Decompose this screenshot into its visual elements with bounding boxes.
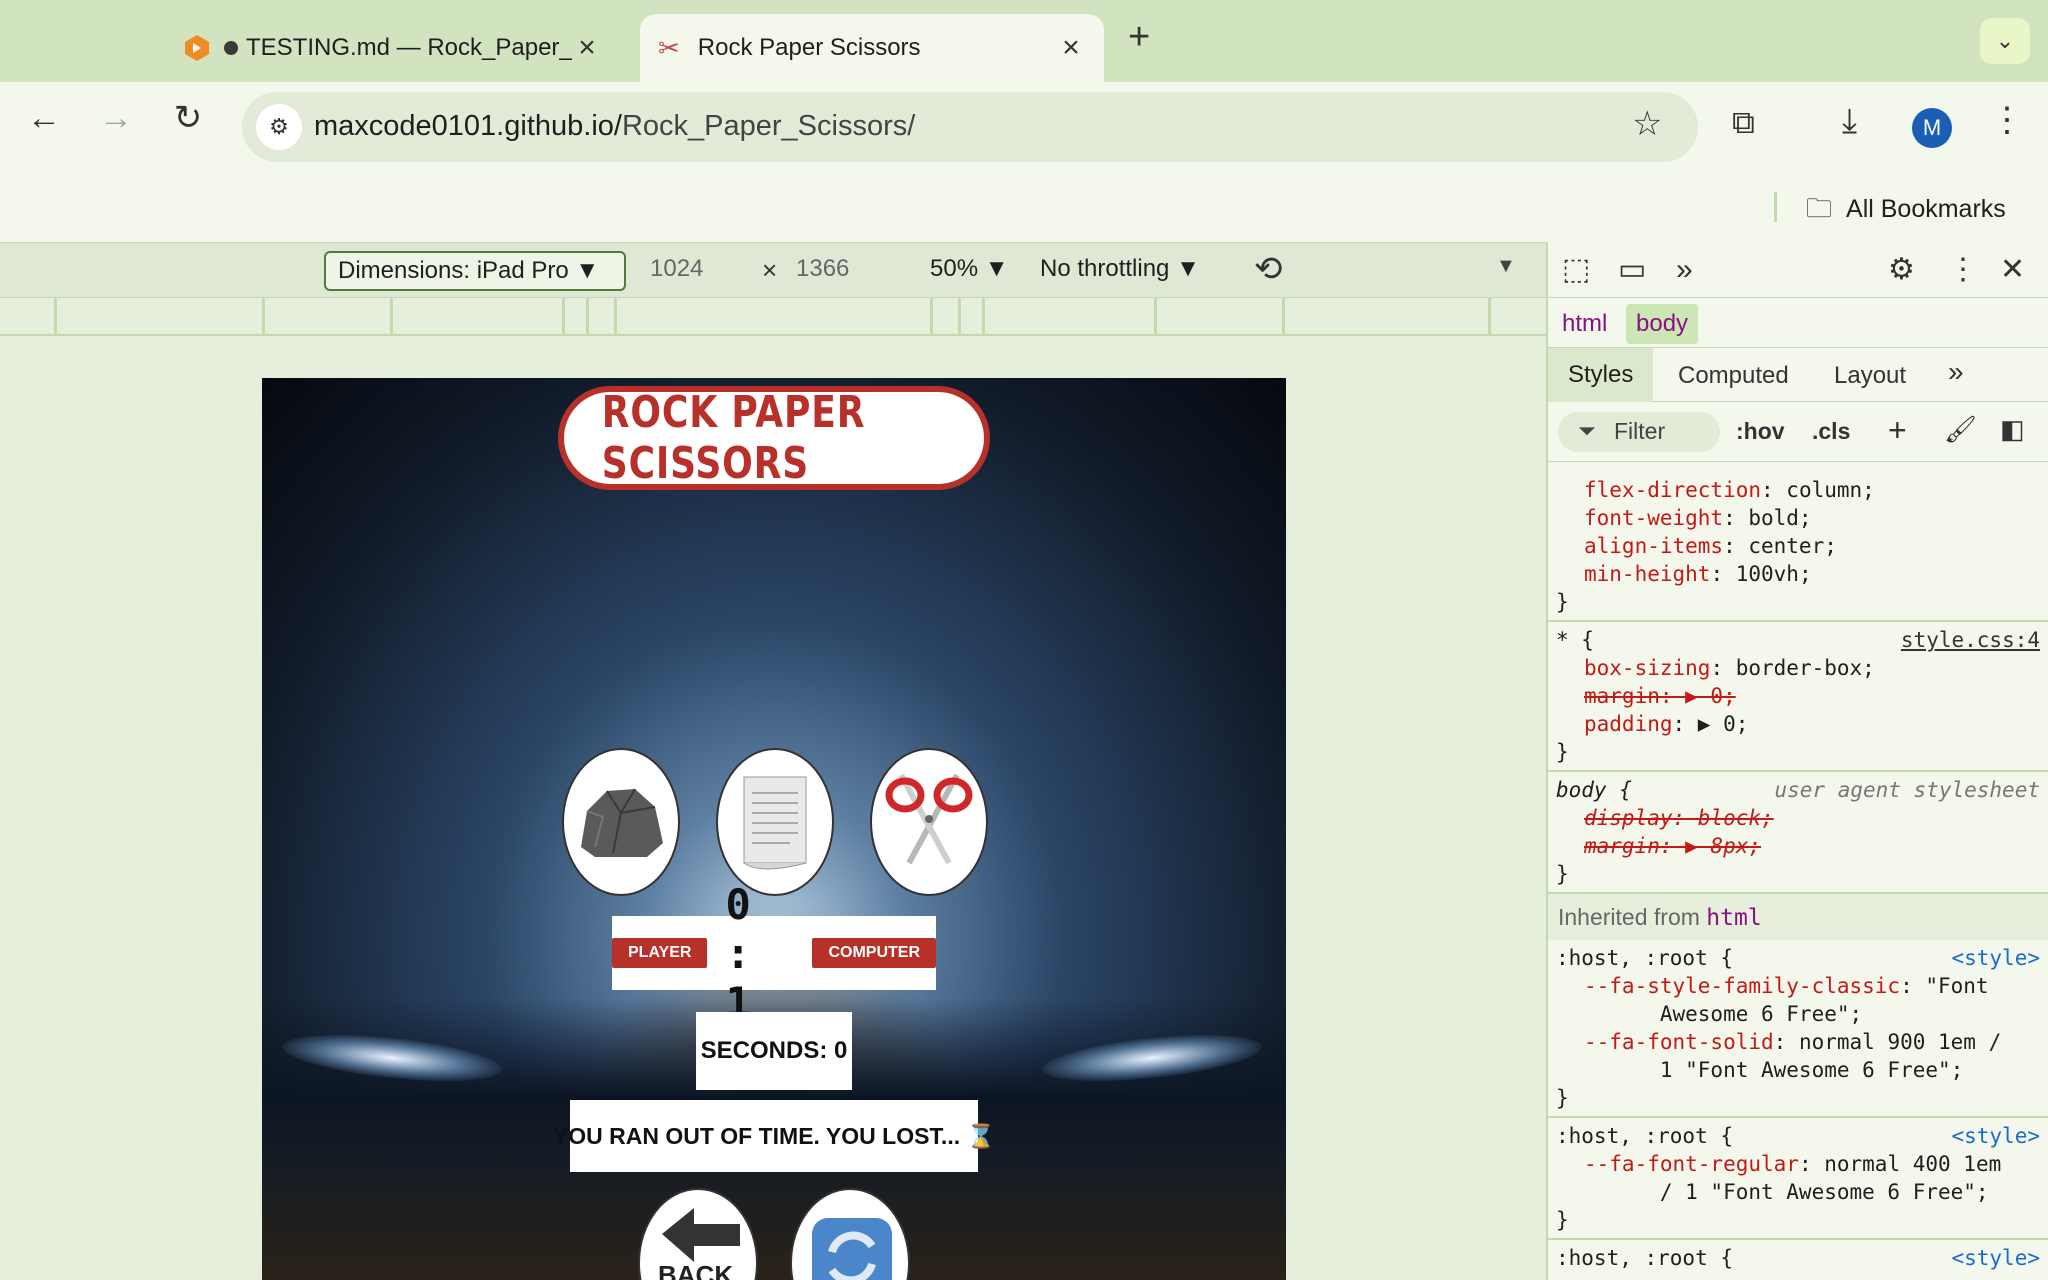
more-tabs-icon[interactable]: » [1676, 252, 1693, 288]
site-info-icon[interactable]: ⚙ [256, 104, 302, 150]
back-label: BACK [658, 1260, 734, 1280]
bookmarks-label: All Bookmarks [1846, 195, 2006, 223]
back-icon[interactable]: ← [22, 96, 66, 140]
result-message: YOU RAN OUT OF TIME. YOU LOST... ⌛ [553, 1100, 995, 1172]
device-toggle-icon[interactable]: ▭ [1618, 252, 1646, 288]
computer-label: COMPUTER [812, 938, 936, 968]
cls-toggle[interactable]: .cls [1812, 418, 1850, 445]
close-tab-icon[interactable]: × [1056, 31, 1086, 65]
filter-input[interactable]: ⏷ Filter [1558, 412, 1720, 452]
source-link[interactable]: <style> [1951, 946, 2040, 970]
times-icon: × [762, 255, 778, 285]
crumb-html[interactable]: html [1562, 310, 1607, 338]
tab-title: TESTING.md — Rock_Paper_Scissors [246, 34, 572, 61]
settings-gear-icon[interactable]: ⚙ [1888, 252, 1915, 288]
score-value: 0 : 1 [725, 879, 751, 1027]
tab-layout[interactable]: Layout [1834, 362, 1906, 390]
folder-icon: 🗀 [1806, 193, 1833, 223]
hov-toggle[interactable]: :hov [1736, 418, 1785, 445]
more-tabs-icon[interactable]: » [1948, 356, 1964, 388]
rock-icon [581, 788, 663, 857]
width-input[interactable]: 1024 [650, 255, 750, 283]
url-text: maxcode0101.github.io/Rock_Paper_Scissor… [314, 110, 916, 142]
vscode-icon [182, 33, 212, 63]
dimensions-select[interactable]: Dimensions: iPad Pro ▼ [324, 251, 626, 291]
breadcrumb: html body [1548, 298, 2048, 348]
download-icon[interactable]: ⤓ [1842, 102, 1857, 141]
sidebar-toggle-icon[interactable]: ◧ [2000, 414, 2025, 445]
player-label: PLAYER [612, 938, 708, 968]
style-rule-user-agent: body { user agent stylesheet display: bl… [1548, 772, 2048, 894]
all-bookmarks-button[interactable]: 🗀 All Bookmarks [1806, 190, 2006, 234]
game-title: ROCK PAPER SCISSORS [558, 386, 990, 490]
title-text: ROCK PAPER SCISSORS [601, 387, 866, 489]
style-rule-root: :host, :root { <style> --fa-font-regular… [1548, 1118, 2048, 1240]
inherited-header: Inherited from html [1548, 894, 2048, 940]
kebab-menu-icon[interactable]: ⋮ [1948, 252, 1978, 288]
zoom-select[interactable]: 50% ▼ [930, 255, 1008, 283]
new-tab-button[interactable]: + [1128, 16, 1150, 59]
styles-filter-bar: ⏷ Filter :hov .cls + 🖌 ◧ [1548, 402, 2048, 462]
rotate-icon[interactable]: ⟲ [1254, 249, 1283, 289]
game-page: ROCK PAPER SCISSORS PLAYER 0: 1 COMPUTE… [262, 378, 1286, 1280]
height-input[interactable]: 1366 [796, 255, 896, 283]
new-rule-icon[interactable]: + [1888, 412, 1907, 449]
seconds-counter: SECONDS: 0 [696, 1012, 852, 1090]
scissors-button[interactable] [870, 748, 988, 896]
close-devtools-icon[interactable]: ✕ [2000, 252, 2025, 288]
filter-placeholder: Filter [1614, 418, 1666, 444]
address-bar[interactable]: ⚙ maxcode0101.github.io/Rock_Paper_Sciss… [242, 92, 1698, 162]
source-link[interactable]: <style> [1951, 1124, 2040, 1148]
tab-testing-md[interactable]: TESTING.md — Rock_Paper_Scissors × [170, 14, 620, 82]
tab-rock-paper-scissors[interactable]: ✂ Rock Paper Scissors × [640, 14, 1104, 82]
browser-toolbar: ← → ↻ ⚙ maxcode0101.github.io/Rock_Paper… [0, 82, 2048, 242]
divider [1774, 192, 1777, 222]
source-link[interactable]: style.css:4 [1901, 628, 2040, 652]
tab-computed[interactable]: Computed [1678, 362, 1789, 390]
media-query-ruler [0, 298, 1546, 336]
crumb-body[interactable]: body [1626, 304, 1699, 344]
scissors-favicon-icon: ✂ [658, 32, 680, 63]
scissors-icon [885, 773, 973, 865]
devtools-toolbar: ⬚ ▭ » ⚙ ⋮ ✕ [1548, 242, 2048, 298]
devtools-panel: ⬚ ▭ » ⚙ ⋮ ✕ html body Styles Computed La… [1546, 242, 2048, 1280]
tab-styles[interactable]: Styles [1548, 348, 1654, 402]
unsaved-dot-icon [224, 41, 238, 55]
paper-button[interactable] [716, 748, 834, 896]
reload-icon[interactable]: ↻ [166, 96, 210, 140]
style-rule-root: :host, :root { <style> --fa-style-family… [1548, 940, 2048, 1118]
filter-funnel-icon: ⏷ [1578, 418, 1596, 443]
avatar[interactable]: M [1912, 108, 1952, 148]
forward-icon[interactable]: → [94, 96, 138, 140]
more-options-icon[interactable]: ▼ [1496, 255, 1516, 278]
styles-tabbar: Styles Computed Layout » [1548, 348, 2048, 402]
style-rule-root: :host, :root { <style> [1556, 1246, 2040, 1270]
close-tab-icon[interactable]: × [572, 31, 602, 65]
source-link[interactable]: <style> [1951, 1246, 2040, 1270]
emulated-viewport: ROCK PAPER SCISSORS PLAYER 0: 1 COMPUTE… [0, 338, 1546, 1280]
source-label: user agent stylesheet [1774, 778, 2040, 802]
tab-title: Rock Paper Scissors [697, 34, 921, 61]
style-rule-body: flex-direction: column; font-weight: bol… [1548, 462, 2048, 622]
device-toolbar: Dimensions: iPad Pro ▼ 1024 × 1366 50% ▼… [0, 242, 1546, 298]
menu-icon[interactable]: ⋮ [1990, 100, 2024, 140]
extensions-icon[interactable]: ⧉ [1732, 104, 1755, 142]
styles-pane: flex-direction: column; font-weight: bol… [1548, 462, 2048, 1280]
paper-icon [743, 776, 807, 870]
paint-brush-icon[interactable]: 🖌 [1944, 414, 1977, 445]
tab-search-button[interactable]: ⌄ [1980, 18, 2030, 64]
scoreboard: PLAYER 0 : 1 COMPUTER [612, 880, 936, 1027]
throttling-select[interactable]: No throttling ▼ [1040, 255, 1200, 283]
tab-strip: TESTING.md — Rock_Paper_Scissors × ✂ Roc… [0, 0, 2048, 82]
style-rule-universal: * { style.css:4 box-sizing: border-box; … [1548, 622, 2048, 772]
bookmark-star-icon[interactable]: ☆ [1632, 104, 1662, 144]
rock-button[interactable] [562, 748, 680, 896]
inspect-element-icon[interactable]: ⬚ [1562, 252, 1590, 288]
